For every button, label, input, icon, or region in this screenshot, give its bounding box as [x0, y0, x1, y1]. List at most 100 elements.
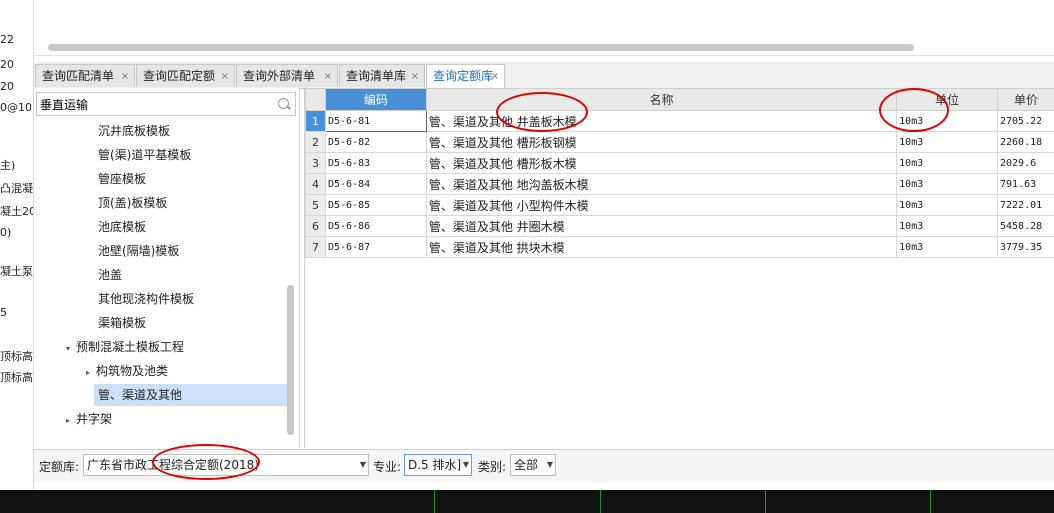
name-cell[interactable]: 管、渠道及其他 井圈木模	[425, 215, 898, 237]
unit-cell[interactable]: 10m3	[896, 152, 998, 174]
unit-cell[interactable]: 10m3	[896, 215, 998, 237]
tab-4[interactable]: 查询清单库 ×	[339, 64, 425, 87]
row-number[interactable]: 1	[305, 110, 326, 132]
close-icon[interactable]: ×	[121, 65, 129, 88]
category-select[interactable]: 全部 ▼	[510, 454, 556, 476]
tab-1[interactable]: 查询匹配清单 ×	[35, 64, 135, 87]
table-row[interactable]: 1 D5-6-81 管、渠道及其他 井盖板木模 10m3 2705.22	[305, 110, 1054, 132]
tab-label: 查询外部清单	[243, 69, 316, 83]
row-number[interactable]: 2	[305, 131, 326, 153]
left-strip-text: 5	[0, 306, 7, 319]
code-cell[interactable]: D5-6-86	[324, 215, 427, 237]
tab-label: 查询匹配清单	[42, 69, 115, 83]
tree-item[interactable]: 池底模板	[98, 216, 146, 238]
left-strip-text: 凝土20	[0, 205, 34, 218]
library-select[interactable]: 广东省市政工程综合定额(2018) ▼	[83, 454, 369, 476]
code-cell[interactable]: D5-6-82	[324, 131, 427, 153]
price-cell[interactable]: 2705.22	[996, 110, 1054, 132]
tab-label: 查询匹配定额	[143, 69, 216, 83]
row-number[interactable]: 6	[305, 215, 326, 237]
quota-table: 编码 名称 单位 单价 1 D5-6-81 管、渠道及其他 井盖板木模 10m3 270…	[305, 88, 1054, 258]
tree-item[interactable]: ▾ 预制混凝土模板工程	[66, 336, 184, 358]
tree-item[interactable]: 池盖	[98, 264, 122, 286]
category-label: 类别:	[478, 460, 507, 474]
horizontal-scrollbar[interactable]	[48, 44, 914, 51]
unit-cell[interactable]: 10m3	[896, 236, 998, 258]
close-icon[interactable]: ×	[324, 65, 332, 88]
tree-item[interactable]: ▸ 井字架	[66, 408, 112, 430]
caret-down-icon[interactable]: ▾	[66, 338, 76, 360]
name-cell[interactable]: 管、渠道及其他 小型构件木模	[425, 194, 898, 216]
price-cell[interactable]: 791.63	[996, 173, 1054, 195]
taskbar-divider	[765, 490, 766, 513]
tab-2[interactable]: 查询匹配定额 ×	[136, 64, 235, 87]
tree-item[interactable]: ▸ 构筑物及池类	[86, 360, 168, 382]
caret-right-icon[interactable]: ▸	[86, 362, 96, 384]
tree-item-label: 管座模板	[98, 172, 147, 186]
name-header[interactable]: 名称	[425, 88, 898, 111]
tree-item[interactable]: 管、渠道及其他	[94, 384, 288, 406]
taskbar-divider	[434, 490, 435, 513]
header-row: 编码 名称 单位 单价	[305, 88, 1054, 111]
row-number-header	[305, 88, 326, 111]
tree-item[interactable]: 管座模板	[98, 168, 146, 190]
left-strip-text: 顶标高	[0, 350, 33, 363]
close-icon[interactable]: ×	[491, 65, 499, 88]
code-cell[interactable]: D5-6-84	[324, 173, 427, 195]
tree-item[interactable]: 管(渠)道平基模板	[98, 144, 191, 166]
table-row[interactable]: 4 D5-6-84 管、渠道及其他 地沟盖板木模 10m3 791.63	[305, 173, 1054, 195]
code-cell[interactable]: D5-6-85	[324, 194, 427, 216]
code-cell[interactable]: D5-6-83	[324, 152, 427, 174]
unit-cell[interactable]: 10m3	[896, 194, 998, 216]
unit-cell[interactable]: 10m3	[896, 173, 998, 195]
tree-item[interactable]: 其他现浇构件模板	[98, 288, 194, 310]
table-row[interactable]: 7 D5-6-87 管、渠道及其他 拱块木模 10m3 3779.35	[305, 236, 1054, 258]
caret-right-icon[interactable]: ▸	[66, 410, 76, 432]
row-number[interactable]: 7	[305, 236, 326, 258]
tree-item-label: 管(渠)道平基模板	[98, 148, 192, 162]
row-number[interactable]: 5	[305, 194, 326, 216]
unit-cell[interactable]: 10m3	[896, 110, 998, 132]
name-cell[interactable]: 管、渠道及其他 拱块木模	[425, 236, 898, 258]
search-input[interactable]	[40, 96, 265, 112]
table-row[interactable]: 6 D5-6-86 管、渠道及其他 井圈木模 10m3 5458.28	[305, 215, 1054, 237]
library-label: 定额库:	[39, 460, 80, 474]
vertical-scrollbar[interactable]	[287, 285, 294, 435]
code-header[interactable]: 编码	[324, 88, 427, 111]
major-select[interactable]: D.5 排水] ▼	[404, 454, 472, 476]
price-cell[interactable]: 3779.35	[996, 236, 1054, 258]
table-row[interactable]: 2 D5-6-82 管、渠道及其他 槽形板钢模 10m3 2260.18	[305, 131, 1054, 153]
tree-item[interactable]: 池壁(隔墙)模板	[98, 240, 179, 262]
search-box[interactable]	[36, 92, 296, 116]
table-row[interactable]: 3 D5-6-83 管、渠道及其他 槽形板木模 10m3 2029.6	[305, 152, 1054, 174]
code-cell[interactable]: D5-6-87	[324, 236, 427, 258]
tree-item-label: 其他现浇构件模板	[98, 292, 195, 306]
row-number[interactable]: 4	[305, 173, 326, 195]
tree-item[interactable]: 沉井底板模板	[98, 120, 170, 142]
tree-item-label: 构筑物及池类	[96, 364, 169, 378]
unit-cell[interactable]: 10m3	[896, 131, 998, 153]
name-cell[interactable]: 管、渠道及其他 槽形板钢模	[425, 131, 898, 153]
close-icon[interactable]: ×	[411, 65, 419, 88]
unit-header[interactable]: 单位	[896, 88, 998, 111]
search-icon[interactable]	[278, 98, 289, 109]
left-strip: 22 20 20 0@10 主) 凸混凝 凝土20 0) 凝土泵 5 顶标高 顶标高	[0, 0, 34, 490]
tab-3[interactable]: 查询外部清单 ×	[236, 64, 338, 87]
name-cell[interactable]: 管、渠道及其他 槽形板木模	[425, 152, 898, 174]
code-cell[interactable]: D5-6-81	[324, 110, 427, 132]
table-row[interactable]: 5 D5-6-85 管、渠道及其他 小型构件木模 10m3 7222.01	[305, 194, 1054, 216]
price-cell[interactable]: 2260.18	[996, 131, 1054, 153]
price-header[interactable]: 单价	[996, 88, 1054, 111]
name-cell[interactable]: 管、渠道及其他 井盖板木模	[425, 110, 898, 132]
tab-5[interactable]: 查询定额库 ×	[426, 64, 505, 89]
tree-item-label: 井字架	[76, 412, 113, 426]
name-cell[interactable]: 管、渠道及其他 地沟盖板木模	[425, 173, 898, 195]
price-cell[interactable]: 7222.01	[996, 194, 1054, 216]
price-cell[interactable]: 2029.6	[996, 152, 1054, 174]
tree-item[interactable]: 渠箱模板	[98, 312, 146, 334]
price-cell[interactable]: 5458.28	[996, 215, 1054, 237]
library-value: 广东省市政工程综合定额(2018)	[87, 458, 259, 472]
tree-item[interactable]: 顶(盖)板模板	[98, 192, 167, 214]
close-icon[interactable]: ×	[221, 65, 229, 88]
row-number[interactable]: 3	[305, 152, 326, 174]
